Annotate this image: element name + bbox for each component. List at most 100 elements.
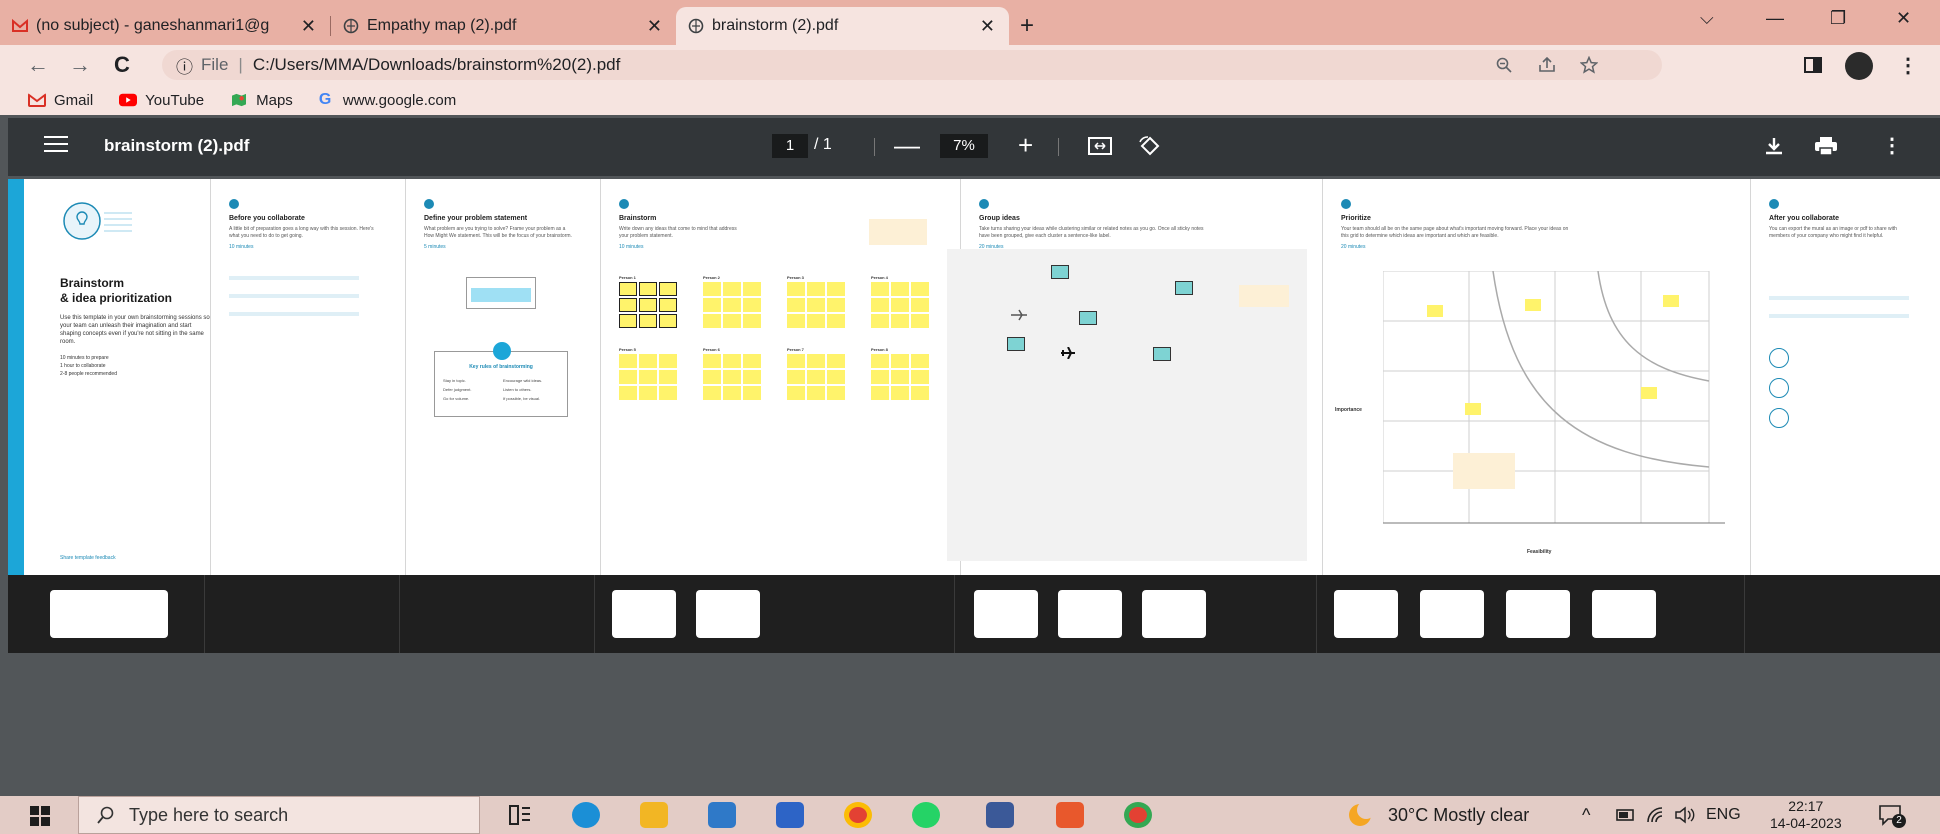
- tab-empathy-map[interactable]: Empathy map (2).pdf ✕: [331, 7, 676, 45]
- side-panel-icon[interactable]: [1804, 57, 1822, 73]
- page-number-input[interactable]: 1: [772, 134, 808, 158]
- chrome-icon[interactable]: [844, 802, 872, 828]
- minimize-button[interactable]: —: [1766, 8, 1784, 29]
- frame-title: After you collaborate: [1769, 215, 1840, 222]
- frame-time: 10 minutes: [229, 244, 254, 250]
- idea-sticky-note: [723, 370, 741, 384]
- zoom-in-button[interactable]: +: [1018, 130, 1033, 161]
- intro-body: Use this template in your own brainstorm…: [60, 315, 210, 345]
- idea-sticky-note: [911, 354, 929, 368]
- person-block: Person 1: [619, 275, 681, 328]
- bookmark-youtube[interactable]: YouTube: [119, 92, 204, 109]
- next-step-icon: [1769, 408, 1789, 428]
- idea-sticky-note: [871, 282, 889, 296]
- address-bar[interactable]: ⓘ File | C:/Users/MMA/Downloads/brainsto…: [162, 50, 1662, 80]
- task-view-icon[interactable]: [506, 802, 534, 828]
- remote-desktop-icon[interactable]: [986, 802, 1014, 828]
- bookmark-star-icon[interactable]: [1580, 56, 1598, 74]
- next-step-icon: [1769, 378, 1789, 398]
- filmstrip-thumb: [50, 590, 168, 638]
- language-indicator[interactable]: ENG: [1706, 806, 1741, 824]
- idea-sticky-note: [871, 354, 889, 368]
- frame-define-problem: Define your problem statement What probl…: [405, 179, 600, 575]
- browser-menu-icon[interactable]: ⋮: [1898, 53, 1918, 78]
- taskbar-search-box[interactable]: Type here to search: [78, 796, 480, 834]
- zoom-icon[interactable]: [1496, 57, 1512, 73]
- wifi-icon[interactable]: [1646, 806, 1666, 824]
- print-icon[interactable]: [1814, 136, 1838, 156]
- filmstrip-divider: [954, 575, 955, 653]
- back-button[interactable]: ←: [20, 47, 56, 83]
- edge-browser-icon[interactable]: [572, 802, 600, 828]
- share-feedback-link[interactable]: Share template feedback: [60, 554, 116, 562]
- close-window-button[interactable]: ✕: [1896, 8, 1911, 29]
- file-explorer-icon[interactable]: [640, 802, 668, 828]
- frame-time: 20 minutes: [1341, 244, 1366, 250]
- weather-text[interactable]: 30°C Mostly clear: [1388, 805, 1529, 826]
- bookmark-maps[interactable]: Maps: [230, 92, 293, 109]
- new-tab-button[interactable]: +: [1009, 7, 1045, 45]
- presentation-app-icon[interactable]: [1056, 802, 1084, 828]
- pdf-more-icon[interactable]: ⋮: [1882, 133, 1902, 158]
- next-step-icon: [1769, 348, 1789, 368]
- idea-sticky-note: [723, 386, 741, 400]
- notification-count: 2: [1892, 814, 1906, 828]
- prioritized-sticky: [1663, 295, 1679, 307]
- idea-sticky-note: [619, 298, 637, 312]
- tab-brainstorm[interactable]: brainstorm (2).pdf ✕: [676, 7, 1009, 45]
- idea-sticky-note: [703, 314, 721, 328]
- idea-sticky-note: [807, 370, 825, 384]
- zoom-level-input[interactable]: 7%: [940, 134, 988, 158]
- download-icon[interactable]: [1762, 136, 1786, 156]
- idea-sticky-note: [639, 314, 657, 328]
- chrome-active-icon[interactable]: [1124, 802, 1152, 828]
- pdf-menu-icon[interactable]: [44, 136, 68, 156]
- show-hidden-icons[interactable]: ^: [1582, 805, 1590, 826]
- windows-start-button[interactable]: [30, 806, 50, 826]
- share-icon[interactable]: [1538, 57, 1556, 73]
- zoom-out-button[interactable]: —: [894, 130, 920, 161]
- checklist-item: [229, 276, 359, 280]
- browser-toolbar: ← → C ⓘ File | C:/Users/MMA/Downloads/br…: [0, 45, 1940, 85]
- clock[interactable]: 22:17 14-04-2023: [1770, 798, 1842, 832]
- bookmark-gmail[interactable]: Gmail: [28, 92, 93, 109]
- whatsapp-icon[interactable]: [912, 802, 940, 828]
- store-icon[interactable]: [776, 802, 804, 828]
- rule-item: Listen to others.: [503, 387, 532, 392]
- idea-sticky-note: [639, 298, 657, 312]
- idea-sticky-note: [827, 370, 845, 384]
- pdf-title: brainstorm (2).pdf: [104, 136, 250, 155]
- idea-sticky-note: [911, 282, 929, 296]
- notification-center-icon[interactable]: 2: [1878, 804, 1906, 828]
- tab-close-button[interactable]: ✕: [980, 16, 995, 37]
- mail-icon[interactable]: [708, 802, 736, 828]
- rotate-icon[interactable]: [1138, 136, 1162, 156]
- idea-sticky-note: [743, 354, 761, 368]
- tab-title: brainstorm (2).pdf: [712, 17, 839, 34]
- restore-button[interactable]: ❐: [1830, 8, 1846, 29]
- volume-icon[interactable]: [1674, 806, 1696, 824]
- tab-gmail[interactable]: (no subject) - ganeshanmari1@g ✕: [0, 7, 330, 45]
- site-info-icon[interactable]: ⓘ: [176, 53, 193, 78]
- frame-title: Group ideas: [979, 215, 1020, 222]
- filmstrip-thumb: [1058, 590, 1122, 638]
- pdf-viewport[interactable]: Brainstorm & idea prioritization Use thi…: [8, 176, 1940, 796]
- idea-sticky-note: [639, 354, 657, 368]
- reload-button[interactable]: C: [104, 47, 140, 83]
- fit-to-page-icon[interactable]: [1088, 136, 1112, 156]
- forward-button[interactable]: →: [62, 47, 98, 83]
- idea-sticky-note: [787, 298, 805, 312]
- youtube-icon: [119, 93, 138, 107]
- battery-icon[interactable]: [1616, 808, 1636, 822]
- profile-avatar[interactable]: [1845, 52, 1873, 80]
- tab-search-dropdown-icon[interactable]: ⌵: [1700, 8, 1714, 29]
- tab-close-button[interactable]: ✕: [301, 16, 316, 37]
- person-label: Person 8: [871, 347, 888, 352]
- idea-sticky-note: [659, 282, 677, 296]
- bookmark-google[interactable]: G www.google.com: [319, 91, 456, 109]
- idea-sticky-note: [723, 282, 741, 296]
- idea-sticky-note: [911, 370, 929, 384]
- tab-close-button[interactable]: ✕: [647, 16, 662, 37]
- group-sticky: [1007, 337, 1025, 351]
- person-block: Person 6: [703, 347, 765, 400]
